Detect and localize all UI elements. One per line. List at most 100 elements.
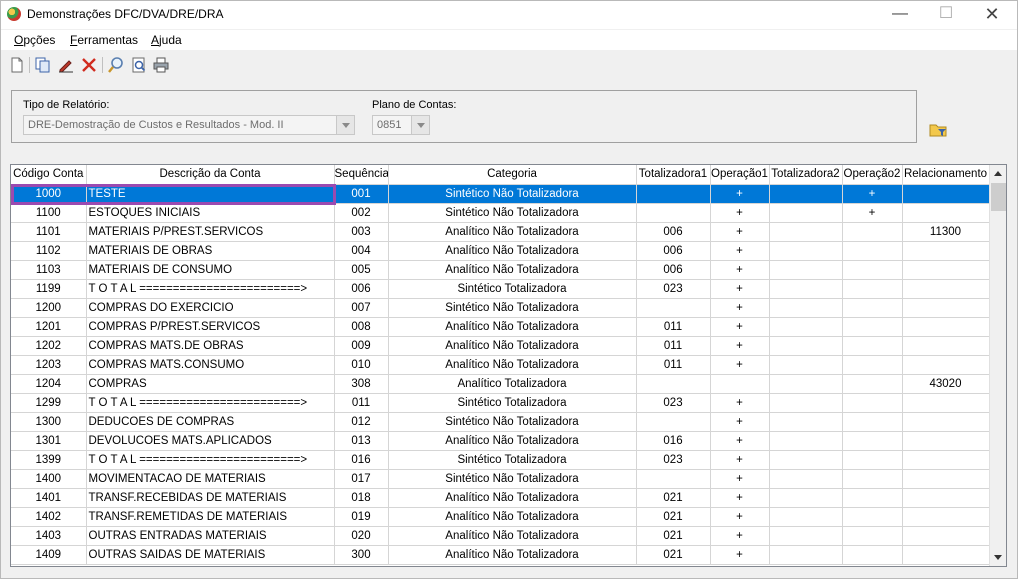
col-header-relacionamento[interactable]: Relacionamento [902,165,990,185]
table-cell[interactable] [769,507,843,527]
table-cell[interactable] [769,431,843,451]
table-cell[interactable]: + [710,450,770,470]
table-cell[interactable] [769,279,843,299]
table-cell[interactable]: 002 [334,203,389,223]
table-cell[interactable] [842,355,903,375]
table-cell[interactable] [842,298,903,318]
table-cell[interactable]: 1409 [11,545,87,565]
copy-icon[interactable] [34,56,52,74]
table-cell[interactable]: COMPRAS [86,374,335,394]
table-cell[interactable]: TESTE [86,184,335,204]
table-cell[interactable]: 006 [636,241,711,261]
table-cell[interactable] [902,298,990,318]
table-cell[interactable] [902,469,990,489]
table-cell[interactable] [636,203,711,223]
table-cell[interactable]: 1403 [11,526,87,546]
table-cell[interactable]: Analítico Não Totalizadora [388,222,637,242]
table-cell[interactable] [636,184,711,204]
table-cell[interactable]: T O T A L ========================> [86,279,335,299]
report-type-select[interactable]: DRE-Demostração de Custos e Resultados -… [23,115,355,135]
table-cell[interactable] [769,241,843,261]
table-cell[interactable]: Analítico Não Totalizadora [388,507,637,527]
table-cell[interactable] [769,412,843,432]
table-cell[interactable]: + [710,507,770,527]
table-cell[interactable]: 017 [334,469,389,489]
table-cell[interactable]: Analítico Não Totalizadora [388,431,637,451]
table-row[interactable]: 1300 DEDUCOES DE COMPRAS 012 Sintético Não … [11,412,990,432]
table-cell[interactable]: COMPRAS DO EXERCICIO [86,298,335,318]
table-row[interactable]: 1102 MATERIAIS DE OBRAS 004 Analítico Não T… [11,241,990,261]
table-cell[interactable] [842,260,903,280]
scroll-thumb[interactable] [991,183,1006,211]
vertical-scrollbar[interactable] [989,165,1006,566]
table-cell[interactable]: + [710,431,770,451]
scroll-up-icon[interactable] [990,165,1006,182]
table-cell[interactable] [842,469,903,489]
table-cell[interactable]: 010 [334,355,389,375]
table-cell[interactable] [769,298,843,318]
table-cell[interactable]: Analítico Totalizadora [388,374,637,394]
table-cell[interactable]: + [842,184,903,204]
table-cell[interactable] [902,184,990,204]
table-cell[interactable]: 012 [334,412,389,432]
table-cell[interactable]: Sintético Não Totalizadora [388,298,637,318]
table-row[interactable]: 1402 TRANSF.REMETIDAS DE MATERIAIS 019 Anal… [11,507,990,527]
table-cell[interactable]: TRANSF.REMETIDAS DE MATERIAIS [86,507,335,527]
table-cell[interactable]: 016 [334,450,389,470]
table-row[interactable]: 1401 TRANSF.RECEBIDAS DE MATERIAIS 018 Anal… [11,488,990,508]
table-cell[interactable]: + [710,412,770,432]
table-cell[interactable] [636,374,711,394]
table-cell[interactable]: + [842,203,903,223]
table-cell[interactable]: ESTOQUES INICIAIS [86,203,335,223]
table-cell[interactable]: + [710,260,770,280]
table-cell[interactable]: 009 [334,336,389,356]
table-cell[interactable]: + [710,298,770,318]
table-cell[interactable] [902,279,990,299]
table-cell[interactable]: 1402 [11,507,87,527]
table-cell[interactable]: 013 [334,431,389,451]
table-row[interactable]: 1103 MATERIAIS DE CONSUMO 005 Analítico Não… [11,260,990,280]
table-cell[interactable]: 1203 [11,355,87,375]
table-cell[interactable]: 1204 [11,374,87,394]
table-cell[interactable]: COMPRAS MATS.CONSUMO [86,355,335,375]
table-cell[interactable] [902,526,990,546]
close-button[interactable]: ✕ [969,1,1015,29]
table-cell[interactable] [902,260,990,280]
table-row[interactable]: 1101 MATERIAIS P/PREST.SERVICOS 003 Analíti… [11,222,990,242]
table-cell[interactable]: + [710,222,770,242]
table-cell[interactable]: MATERIAIS DE OBRAS [86,241,335,261]
table-row[interactable]: 1409 OUTRAS SAIDAS DE MATERIAIS 300 Analíti… [11,545,990,565]
table-row[interactable]: 1301 DEVOLUCOES MATS.APLICADOS 013 Analític… [11,431,990,451]
table-cell[interactable] [769,545,843,565]
table-cell[interactable]: 018 [334,488,389,508]
table-cell[interactable] [842,317,903,337]
table-cell[interactable]: 003 [334,222,389,242]
chevron-down-icon[interactable] [411,116,429,134]
table-cell[interactable]: 1299 [11,393,87,413]
table-cell[interactable]: TRANSF.RECEBIDAS DE MATERIAIS [86,488,335,508]
table-cell[interactable]: MATERIAIS DE CONSUMO [86,260,335,280]
table-cell[interactable] [769,450,843,470]
table-cell[interactable] [710,374,770,394]
table-cell[interactable]: 011 [636,336,711,356]
table-cell[interactable] [769,355,843,375]
table-cell[interactable]: + [710,545,770,565]
table-cell[interactable]: 021 [636,488,711,508]
delete-x-icon[interactable] [80,56,98,74]
chart-of-accounts-select[interactable]: 0851 [372,115,430,135]
table-cell[interactable]: 011 [334,393,389,413]
table-cell[interactable]: + [710,488,770,508]
table-cell[interactable]: 1300 [11,412,87,432]
table-cell[interactable]: 006 [334,279,389,299]
table-cell[interactable]: 43020 [902,374,990,394]
table-cell[interactable]: Analítico Não Totalizadora [388,241,637,261]
table-cell[interactable]: T O T A L ========================> [86,393,335,413]
table-cell[interactable] [842,241,903,261]
table-cell[interactable]: 1102 [11,241,87,261]
table-row[interactable]: 1100 ESTOQUES INICIAIS 002 Sintético Não To… [11,203,990,223]
table-cell[interactable]: Analítico Não Totalizadora [388,317,637,337]
table-cell[interactable]: 001 [334,184,389,204]
table-cell[interactable] [842,412,903,432]
table-row[interactable]: 1202 COMPRAS MATS.DE OBRAS 009 Analítico Nã… [11,336,990,356]
table-cell[interactable]: 011 [636,355,711,375]
